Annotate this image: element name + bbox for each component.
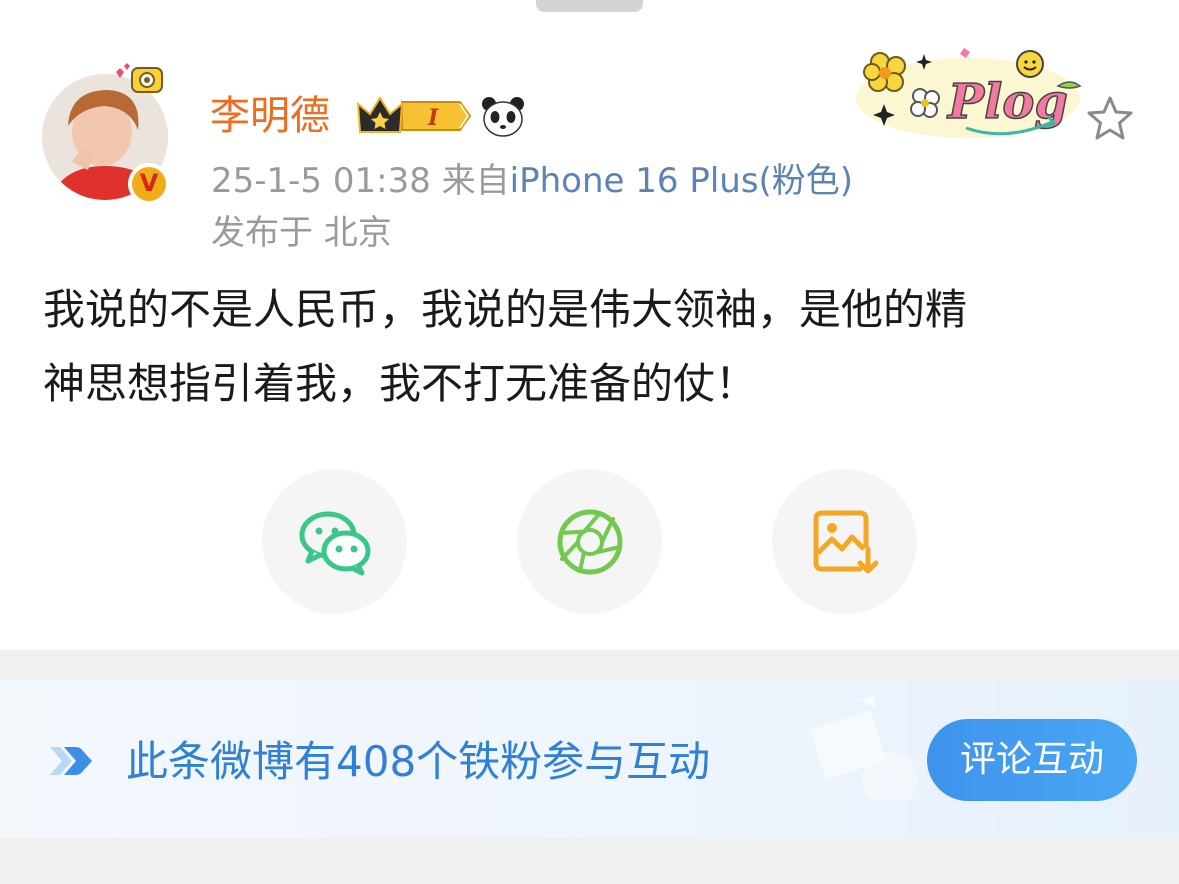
sheet-grabber[interactable] bbox=[536, 0, 643, 12]
source-prefix: 来自 bbox=[441, 161, 510, 201]
comment-interact-button[interactable]: 评论互动 bbox=[927, 719, 1137, 801]
verified-v-icon: V bbox=[132, 167, 166, 201]
bottom-divider bbox=[0, 838, 1179, 884]
username[interactable]: 李明德 bbox=[210, 92, 330, 140]
location: 发布于 北京 bbox=[211, 213, 392, 253]
share-wechat-button[interactable] bbox=[262, 469, 407, 614]
post-meta: 25-1-5 01:38 来自iPhone 16 Plus(粉色) bbox=[211, 160, 853, 202]
section-divider bbox=[0, 650, 1179, 680]
play-arrows-icon bbox=[50, 747, 92, 775]
save-image-icon bbox=[813, 510, 879, 574]
camera-deco-icon bbox=[116, 63, 163, 93]
crown-badge-icon[interactable]: I bbox=[356, 94, 474, 138]
banner-decoration bbox=[810, 694, 918, 800]
moments-aperture-icon bbox=[557, 509, 623, 575]
panda-icon bbox=[482, 97, 524, 137]
level-badge-label: I bbox=[427, 105, 439, 131]
wechat-icon bbox=[299, 511, 371, 576]
post-text-line: 神思想指引着我，我不打无准备的仗！ bbox=[43, 359, 758, 408]
timestamp: 25-1-5 01:38 bbox=[211, 161, 431, 201]
favorite-star-icon[interactable] bbox=[1084, 94, 1136, 144]
plog-sticker: Plog bbox=[856, 48, 1082, 138]
share-moments-button[interactable] bbox=[517, 469, 662, 614]
post-content: 我说的不是人民币，我说的是伟大领袖，是他的精 神思想指引着我，我不打无准备的仗！ bbox=[43, 288, 1143, 406]
verified-badge: V bbox=[128, 163, 170, 205]
device-link[interactable]: iPhone 16 Plus(粉色) bbox=[510, 161, 853, 201]
save-image-button[interactable] bbox=[772, 469, 917, 614]
fan-interaction-text: 此条微博有408个铁粉参与互动 bbox=[126, 737, 711, 786]
post-text-line: 我说的不是人民币，我说的是伟大领袖，是他的精 bbox=[43, 285, 968, 334]
